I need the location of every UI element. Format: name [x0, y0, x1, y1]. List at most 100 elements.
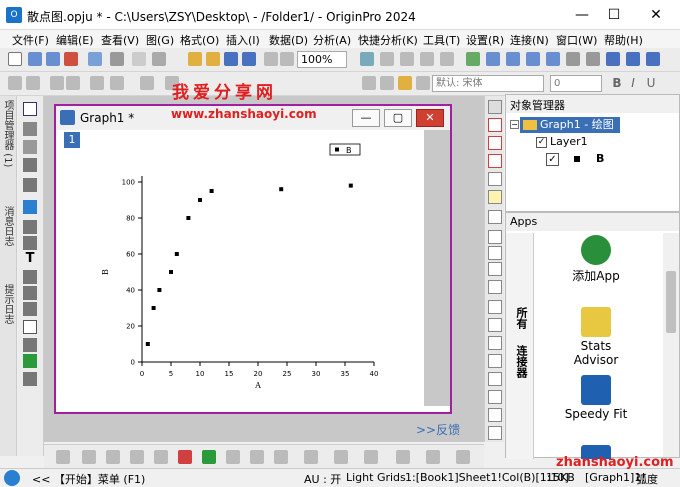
undo-icon[interactable] — [140, 76, 154, 90]
line-color-icon[interactable] — [364, 450, 378, 464]
pie-plot-icon[interactable] — [154, 450, 168, 464]
tab-project-explorer[interactable]: 项目管理器 (1) — [2, 100, 15, 167]
menu-format[interactable]: 格式(O) — [180, 32, 219, 48]
data-selector-icon[interactable] — [488, 190, 502, 204]
scatter-plot[interactable]: 0 5 10 15 20 25 30 35 40 0 20 40 60 80 100 A B B — [86, 132, 386, 392]
front-icon[interactable] — [488, 372, 502, 386]
line-plot-icon[interactable] — [56, 450, 70, 464]
tab-all-apps[interactable]: 所有 — [513, 307, 529, 329]
graph-window[interactable]: Graph1 * — ▢ ✕ 1 0 5 10 15 20 25 30 35 40 0 20 40 60… — [54, 104, 452, 414]
menu-tools[interactable]: 工具(T) — [423, 32, 460, 48]
menu-analysis[interactable]: 分析(A) — [313, 32, 351, 48]
new-workbook-icon[interactable] — [28, 52, 42, 66]
menu-data[interactable]: 数据(D) — [269, 32, 308, 48]
rescale-icon[interactable] — [50, 76, 64, 90]
polar-plot-icon[interactable] — [226, 450, 240, 464]
command-window-icon[interactable] — [440, 52, 454, 66]
group-icon[interactable] — [488, 408, 502, 422]
pattern-icon[interactable] — [396, 450, 410, 464]
quick-help-icon[interactable] — [586, 52, 600, 66]
column-plot-icon[interactable] — [130, 450, 144, 464]
pin-icon[interactable] — [110, 76, 124, 90]
add-text-icon[interactable] — [23, 270, 37, 284]
add-layer-icon[interactable] — [66, 76, 80, 90]
copy-icon[interactable] — [380, 76, 394, 90]
box-plot-icon[interactable] — [178, 450, 192, 464]
bold-icon[interactable]: B — [610, 76, 624, 90]
rectangle-tool-icon[interactable] — [23, 320, 37, 334]
symbol-icon[interactable] — [426, 450, 440, 464]
template-icon[interactable] — [304, 450, 318, 464]
font-select[interactable]: 默认: 宋体 — [432, 75, 544, 92]
new-function-icon[interactable] — [88, 52, 102, 66]
menu-edit[interactable]: 编辑(E) — [56, 32, 94, 48]
layout-grid-icon[interactable] — [488, 246, 502, 260]
layer-badge[interactable]: 1 — [64, 132, 80, 148]
tab-connectors[interactable]: 连接器 — [513, 345, 529, 378]
new-matrix-icon[interactable] — [46, 52, 60, 66]
menu-help[interactable]: 帮助(H) — [604, 32, 643, 48]
bottom-align-icon[interactable] — [488, 354, 502, 368]
import-icon[interactable] — [264, 52, 278, 66]
print-icon[interactable] — [280, 52, 294, 66]
tree-graph-node[interactable]: Graph1 - 绘图 — [520, 117, 620, 133]
equation-tool-icon[interactable] — [23, 354, 37, 368]
forward-icon[interactable] — [26, 76, 40, 90]
refresh-icon[interactable] — [360, 52, 374, 66]
graph-close-button[interactable]: ✕ — [416, 109, 444, 127]
app-add-app[interactable]: 添加App — [536, 235, 656, 284]
tool-icon[interactable] — [606, 52, 620, 66]
zoom-input[interactable]: 100% — [297, 51, 347, 68]
menu-quick-analysis[interactable]: 快捷分析(K) — [358, 32, 418, 48]
pointer-tool-icon[interactable] — [23, 102, 37, 116]
status-grids[interactable]: Light Grids — [346, 471, 406, 484]
status-au[interactable]: AU : 开 — [304, 471, 341, 487]
tree-layer-node[interactable]: Layer1 — [550, 135, 588, 148]
back-icon[interactable] — [8, 76, 22, 90]
add-legend-icon[interactable] — [488, 210, 502, 224]
app-speedy-fit[interactable]: Speedy Fit — [536, 375, 656, 421]
left-align-icon[interactable] — [488, 300, 502, 314]
draw-data-icon[interactable] — [23, 236, 37, 250]
tree-plot-node[interactable]: B — [596, 152, 604, 165]
graph-restore-button[interactable]: ▢ — [384, 109, 412, 127]
app-stats-advisor[interactable]: Stats Advisor — [536, 307, 656, 367]
text-tool-icon[interactable]: T — [23, 252, 37, 266]
refresh-graph-icon[interactable] — [488, 172, 502, 186]
add-table-icon[interactable] — [488, 230, 502, 244]
layers-icon[interactable] — [546, 52, 560, 66]
apps-scrollbar[interactable] — [663, 233, 679, 457]
more-options-icon[interactable] — [456, 450, 470, 464]
font-size-select[interactable]: 0 — [550, 75, 602, 92]
search-icon[interactable] — [4, 470, 20, 486]
italic-icon[interactable]: I — [626, 76, 640, 90]
date-time-icon[interactable] — [488, 280, 502, 294]
menu-file[interactable]: 文件(F) — [12, 32, 49, 48]
new-layout-icon[interactable] — [110, 52, 124, 66]
duplicate-icon[interactable] — [380, 52, 394, 66]
plot-checkbox[interactable]: ✓ — [546, 153, 559, 166]
menu-window[interactable]: 窗口(W) — [556, 32, 597, 48]
multi-panel-icon[interactable] — [274, 450, 288, 464]
underline-icon[interactable]: U — [644, 76, 658, 90]
paste-icon[interactable] — [398, 76, 412, 90]
menu-connect[interactable]: 连接(N) — [510, 32, 549, 48]
color-fill-icon[interactable] — [334, 450, 348, 464]
graph-tool-icon[interactable] — [626, 52, 640, 66]
minimize-button[interactable]: — — [570, 4, 594, 26]
save-icon[interactable] — [224, 52, 238, 66]
menu-view[interactable]: 查看(V) — [101, 32, 139, 48]
line-symbol-icon[interactable] — [106, 450, 120, 464]
cut-icon[interactable] — [362, 76, 376, 90]
save-template-icon[interactable] — [242, 52, 256, 66]
open-template-icon[interactable] — [206, 52, 220, 66]
apps-icon[interactable] — [526, 52, 540, 66]
new-notebook-icon[interactable] — [152, 52, 166, 66]
project-explorer-icon[interactable] — [466, 52, 480, 66]
menu-insert[interactable]: 插入(I) — [226, 32, 260, 48]
apps-scroll-thumb[interactable] — [666, 271, 676, 333]
object-manager-icon[interactable] — [486, 52, 500, 66]
back-order-icon[interactable] — [488, 390, 502, 404]
ungroup-icon[interactable] — [488, 426, 502, 440]
status-unit[interactable]: 弧度 — [636, 471, 658, 487]
